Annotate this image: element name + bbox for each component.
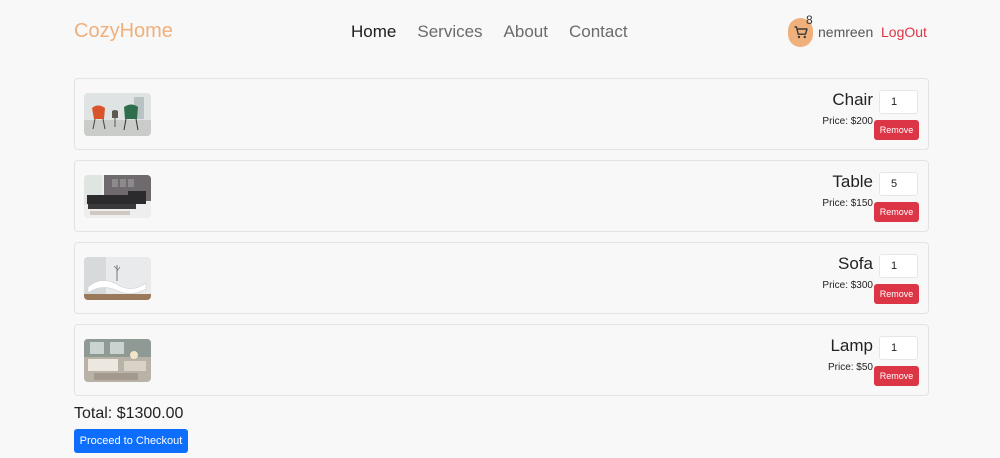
product-image-sofa [84,257,151,300]
checkout-button[interactable]: Proceed to Checkout [74,429,188,453]
product-image-chair [84,93,151,136]
username: nemreen [818,24,874,40]
product-price: Price: $300 [822,280,873,291]
cart-item: Lamp Price: $50 Remove [74,324,929,396]
product-price: Price: $150 [822,198,873,209]
remove-button[interactable]: Remove [874,120,919,140]
cart-list: Chair Price: $200 Remove Table Price: $1… [74,78,929,406]
product-image-lamp [84,339,151,382]
nav-links: Home Services About Contact [351,22,628,42]
nav-contact[interactable]: Contact [569,22,628,42]
nav-services[interactable]: Services [417,22,482,42]
remove-button[interactable]: Remove [874,366,919,386]
product-image-table [84,175,151,218]
brand-logo[interactable]: CozyHome [74,20,173,43]
product-name: Table [832,172,873,191]
product-name: Sofa [838,254,873,273]
remove-button[interactable]: Remove [874,284,919,304]
cart-total: Total: $1300.00 [74,405,184,422]
product-price: Price: $200 [822,116,873,127]
cart-item: Sofa Price: $300 Remove [74,242,929,314]
quantity-input[interactable] [879,336,918,360]
cart-item: Table Price: $150 Remove [74,160,929,232]
product-price: Price: $50 [827,362,873,373]
product-name: Chair [832,90,873,109]
quantity-input[interactable] [879,90,918,114]
cart-count-badge: 8 [806,13,813,27]
product-name: Lamp [830,336,873,355]
cart-icon [794,26,808,39]
cart-item: Chair Price: $200 Remove [74,78,929,150]
navbar: CozyHome Home Services About Contact 8 n… [0,0,1000,64]
nav-home[interactable]: Home [351,22,396,42]
remove-button[interactable]: Remove [874,202,919,222]
quantity-input[interactable] [879,172,918,196]
nav-about[interactable]: About [504,22,548,42]
quantity-input[interactable] [879,254,918,278]
logout-link[interactable]: LogOut [881,24,927,40]
